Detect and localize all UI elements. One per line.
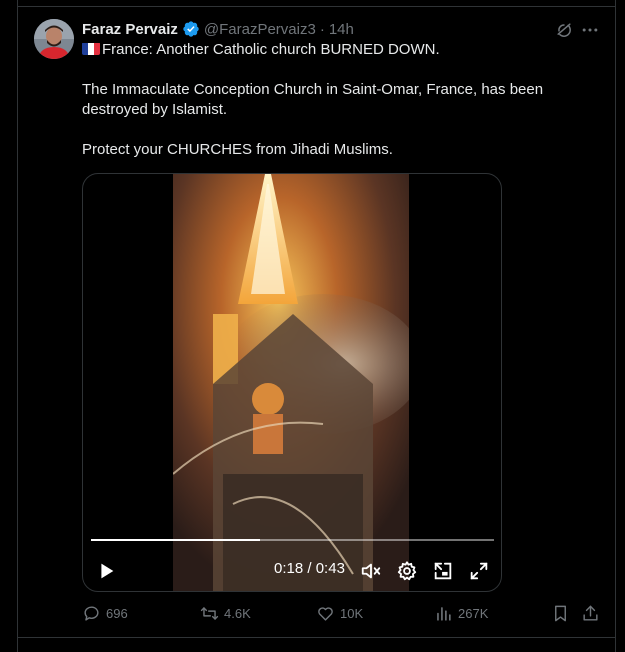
tweet-text-line3: Protect your CHURCHES from Jihadi Muslim… <box>82 141 393 158</box>
view-count: 267K <box>458 606 489 621</box>
like-button[interactable]: 10K <box>316 604 363 623</box>
repost-button[interactable]: 4.6K <box>200 604 251 623</box>
reply-icon <box>84 606 99 621</box>
tweet-text-line: France: Another Catholic church BURNED D… <box>82 40 582 60</box>
author-handle[interactable]: @FarazPervaiz3 <box>204 21 316 38</box>
more-options-icon[interactable] <box>580 20 600 40</box>
action-bar: 696 4.6K 10K 267K <box>0 604 625 626</box>
current-time: 0:18 <box>274 560 304 577</box>
duration: 0:43 <box>315 560 345 577</box>
france-flag-icon <box>82 42 100 55</box>
reply-button[interactable]: 696 <box>82 604 128 623</box>
video-timecode: 0:18 / 0:43 <box>274 560 345 577</box>
video-progress-fill <box>91 539 261 541</box>
verified-badge-icon <box>182 20 200 38</box>
reply-count: 696 <box>106 606 128 621</box>
play-icon[interactable] <box>95 560 117 582</box>
timestamp[interactable]: 14h <box>329 21 354 38</box>
tweet-header: Faraz Pervaiz @FarazPervaiz3 · 14h <box>82 19 354 39</box>
views-button[interactable]: 267K <box>434 604 488 623</box>
separator-dot: · <box>319 20 325 38</box>
author-name[interactable]: Faraz Pervaiz <box>82 21 178 38</box>
grok-icon[interactable] <box>554 20 574 40</box>
divider <box>17 637 616 638</box>
views-chart-icon <box>437 607 451 621</box>
like-count: 10K <box>340 606 364 621</box>
time-separator: / <box>307 560 312 577</box>
repost-icon <box>200 607 219 620</box>
tweet-text-line2: The Immaculate Conception Church in Sain… <box>82 81 544 118</box>
video-player[interactable]: 0:18 / 0:43 <box>82 173 502 592</box>
pip-icon[interactable] <box>432 560 454 582</box>
tweet-text: France: Another Catholic church BURNED D… <box>82 40 582 160</box>
bookmark-icon <box>555 605 566 622</box>
fullscreen-icon[interactable] <box>468 560 490 582</box>
bookmark-button[interactable] <box>551 604 575 623</box>
video-frame <box>173 174 409 591</box>
avatar[interactable] <box>34 19 74 59</box>
divider <box>17 6 616 7</box>
settings-icon[interactable] <box>396 560 418 582</box>
heart-icon <box>318 607 333 621</box>
mute-icon[interactable] <box>360 560 382 582</box>
share-icon <box>583 605 598 621</box>
video-progress-bar[interactable] <box>91 539 494 541</box>
tweet-text-line1: France: Another Catholic church BURNED D… <box>102 41 440 58</box>
repost-count: 4.6K <box>224 606 251 621</box>
share-button[interactable] <box>581 604 605 623</box>
